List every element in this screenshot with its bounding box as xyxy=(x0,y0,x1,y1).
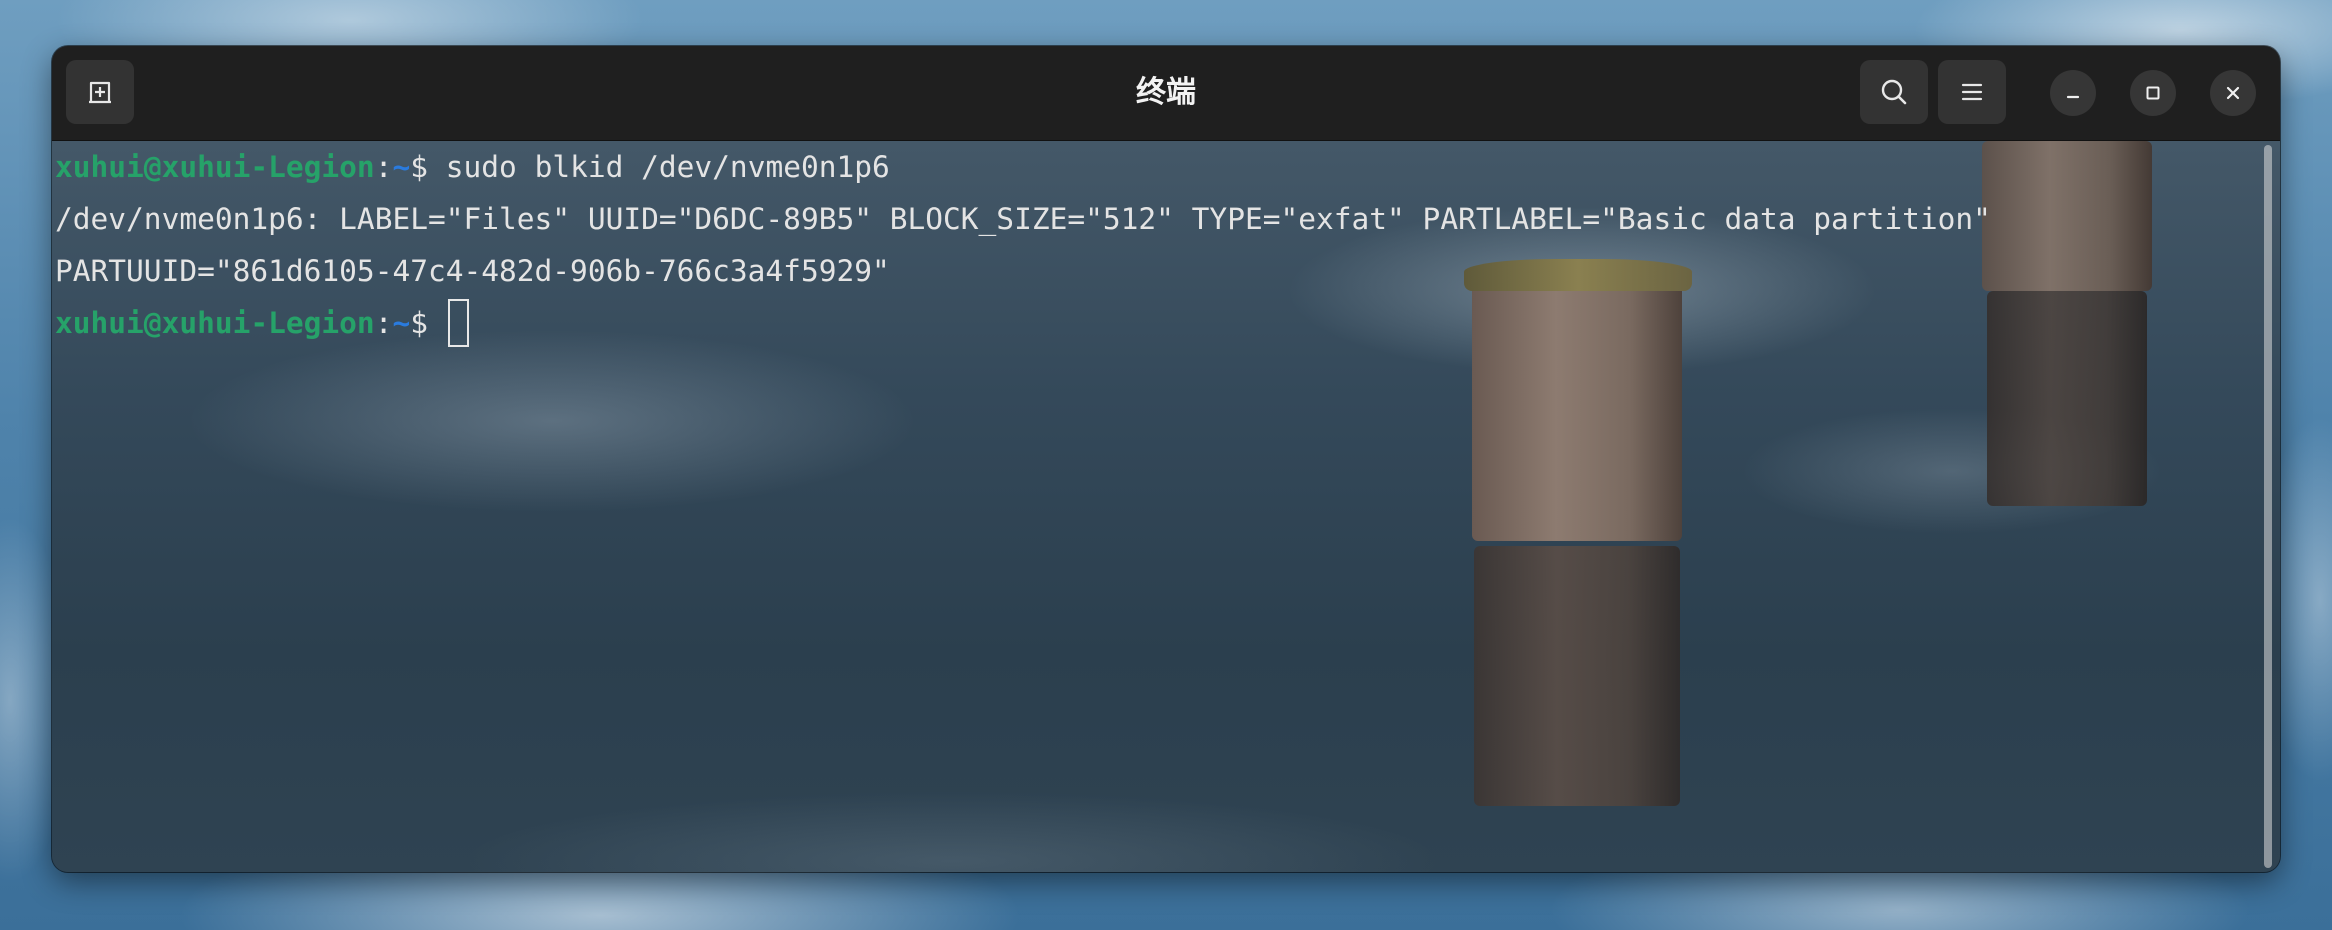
prompt-symbol: $ xyxy=(410,150,446,184)
terminal-line-prompt: xuhui@xuhui-Legion:~$ xyxy=(55,297,2254,349)
prompt-path: ~ xyxy=(392,150,411,184)
hamburger-menu-icon xyxy=(1961,83,1983,101)
headerbar: 终端 xyxy=(52,46,2280,141)
terminal-line-output: PARTUUID="861d6105-47c4-482d-906b-766c3a… xyxy=(55,254,890,288)
main-menu-button[interactable] xyxy=(1938,60,2006,124)
terminal-line-prompt: xuhui@xuhui-Legion:~$ sudo blkid /dev/nv… xyxy=(55,141,2254,193)
maximize-icon xyxy=(2146,86,2160,100)
maximize-button[interactable] xyxy=(2130,70,2176,116)
close-button[interactable] xyxy=(2210,70,2256,116)
terminal-body[interactable]: xuhui@xuhui-Legion:~$ sudo blkid /dev/nv… xyxy=(52,141,2280,872)
prompt-user-host: xuhui@xuhui-Legion xyxy=(55,306,375,340)
vertical-scrollbar[interactable] xyxy=(2262,145,2274,868)
minimize-icon xyxy=(2066,95,2080,99)
background-post-reflection xyxy=(1474,546,1680,806)
terminal-window: 终端 xuhui@xuhui-Legion:~$ sudo blkid /dev… xyxy=(52,46,2280,872)
prompt-symbol: $ xyxy=(410,306,446,340)
terminal-output[interactable]: xuhui@xuhui-Legion:~$ sudo blkid /dev/nv… xyxy=(55,141,2254,349)
prompt-path: ~ xyxy=(392,306,411,340)
prompt-separator: : xyxy=(374,306,393,340)
scrollbar-thumb[interactable] xyxy=(2264,145,2272,868)
prompt-user-host: xuhui@xuhui-Legion xyxy=(55,150,375,184)
minimize-button[interactable] xyxy=(2050,70,2096,116)
new-tab-icon xyxy=(89,81,111,104)
prompt-separator: : xyxy=(374,150,393,184)
search-button[interactable] xyxy=(1860,60,1928,124)
close-icon xyxy=(2226,86,2240,100)
text-cursor xyxy=(447,298,469,347)
command-text: sudo blkid /dev/nvme0n1p6 xyxy=(445,150,890,184)
terminal-line-output: /dev/nvme0n1p6: LABEL="Files" UUID="D6DC… xyxy=(55,202,1991,236)
search-icon xyxy=(1881,79,1907,105)
new-tab-button[interactable] xyxy=(66,60,134,124)
